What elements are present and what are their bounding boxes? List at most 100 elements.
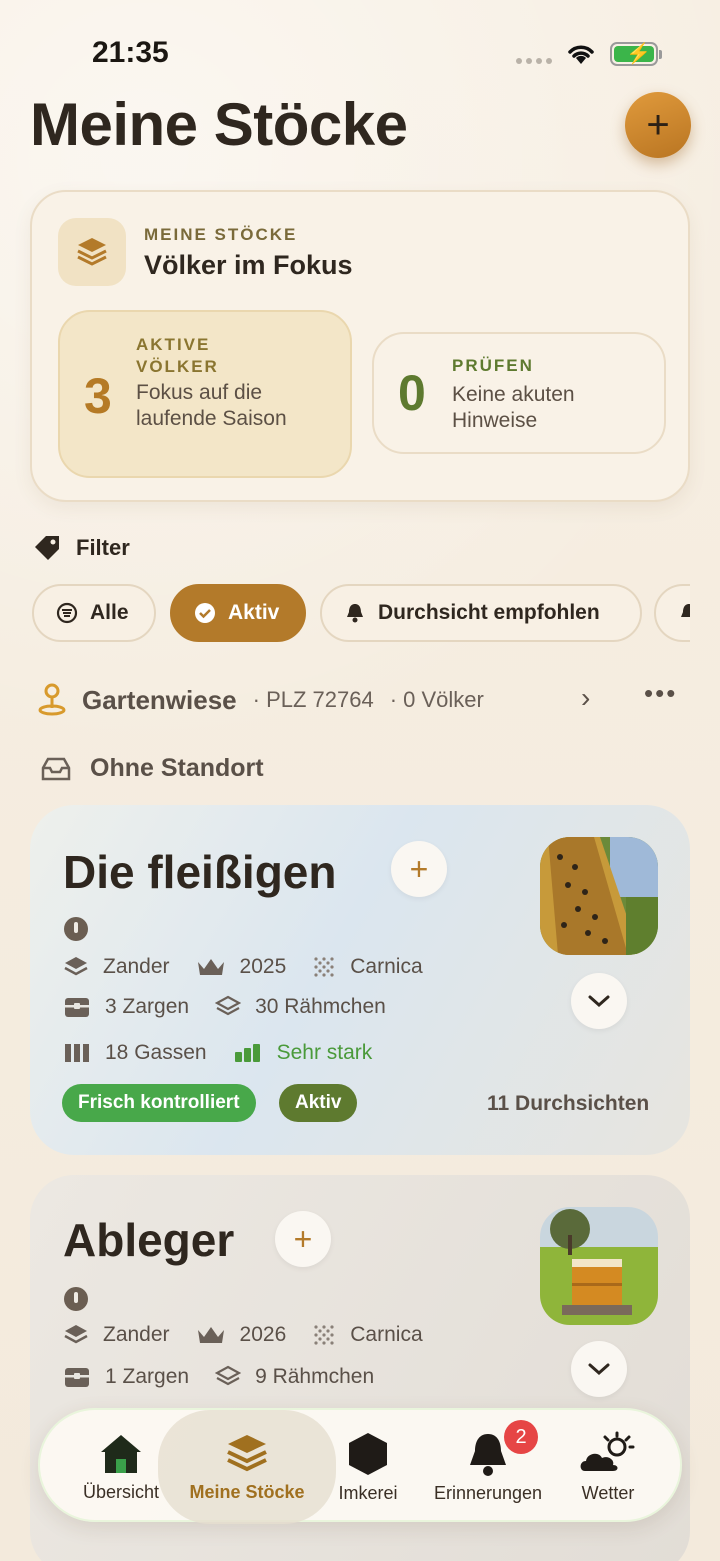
- chip-all[interactable]: Alle: [32, 584, 156, 642]
- no-location-header: Ohne Standort: [40, 754, 264, 783]
- frames: 30 Rähmchen: [255, 995, 386, 1018]
- check-circle-icon: [195, 603, 215, 623]
- bell-icon: [681, 604, 690, 617]
- tab-reminders[interactable]: Erinnerungen 2: [420, 1410, 556, 1524]
- crown-icon: [197, 1327, 224, 1343]
- strength: Sehr stark: [276, 1041, 373, 1064]
- queen-year: 2025: [239, 955, 287, 978]
- add-inspection-button[interactable]: +: [391, 841, 447, 897]
- chip-all-label: Alle: [90, 601, 129, 624]
- dna-dots-icon: [314, 1325, 334, 1345]
- filter-label: Filter: [76, 535, 130, 560]
- no-location-label: Ohne Standort: [90, 754, 264, 782]
- active-label: AKTIVE VÖLKER: [136, 335, 219, 376]
- location-marker-icon: [64, 917, 88, 941]
- boxes: 1 Zargen: [105, 1365, 190, 1388]
- breed: Carnica: [350, 1323, 423, 1346]
- stack-outline-icon: [215, 1365, 242, 1386]
- active-colonies-stat[interactable]: 3 AKTIVE VÖLKER Fokus auf die laufende S…: [58, 310, 352, 478]
- add-inspection-button[interactable]: +: [275, 1211, 331, 1267]
- hexagon-icon: [349, 1432, 387, 1475]
- summary-title: Völker im Fokus: [144, 250, 353, 280]
- tray-icon: [41, 757, 71, 780]
- stack-icon: [64, 1325, 88, 1344]
- wifi-icon: [568, 45, 594, 64]
- boxes: 3 Zargen: [105, 995, 190, 1018]
- columns-icon: [65, 1044, 89, 1062]
- check-stat[interactable]: 0 PRÜFEN Keine akuten Hinweise: [372, 332, 666, 454]
- check-count: 0: [398, 365, 426, 421]
- check-label: PRÜFEN: [452, 356, 534, 375]
- more-options-icon[interactable]: •••: [644, 678, 677, 709]
- breed: Carnica: [350, 955, 423, 978]
- box-icon: [65, 998, 89, 1017]
- tab-overview-label: Übersicht: [82, 1481, 160, 1502]
- tab-bar: Übersicht Meine Stöcke Imkerei Erinnerun…: [38, 1408, 682, 1524]
- hive-meta-row-1: Zander 2026 Carnica: [63, 1323, 449, 1347]
- list-icon: [56, 602, 78, 624]
- box-icon: [65, 1368, 89, 1387]
- check-desc: Keine akuten Hinweise: [452, 383, 575, 432]
- weather-icon: [580, 1431, 635, 1471]
- cellular-icon: [516, 58, 552, 64]
- chevron-down-icon: [588, 995, 610, 1008]
- expand-button[interactable]: [571, 1341, 627, 1397]
- frame-type: Zander: [103, 955, 170, 978]
- expand-button[interactable]: [571, 973, 627, 1029]
- chip-inspection-recommended[interactable]: Durchsicht empfohlen: [320, 584, 642, 642]
- tab-my-hives[interactable]: Meine Stöcke: [158, 1410, 336, 1524]
- tab-weather-label: Wetter: [581, 1482, 635, 1503]
- status-time: 21:35: [92, 36, 169, 69]
- chip-active-label: Aktiv: [228, 601, 280, 624]
- add-hive-button[interactable]: +: [625, 92, 691, 158]
- location-row[interactable]: Gartenwiese · PLZ 72764 · 0 Völker › •••: [36, 678, 686, 720]
- tag-icon: [35, 536, 59, 560]
- dna-dots-icon: [314, 957, 334, 977]
- crown-icon: [197, 959, 224, 975]
- location-count: · 0 Völker: [389, 687, 484, 712]
- hive-meta-row-2: 1 Zargen 9 Rähmchen: [63, 1365, 400, 1389]
- status-badge-active: Aktiv: [279, 1084, 358, 1122]
- chip-more[interactable]: [654, 584, 690, 642]
- frame-type: Zander: [103, 1323, 170, 1346]
- hive-photo[interactable]: [540, 837, 658, 955]
- location-plz: · PLZ 72764: [252, 687, 374, 712]
- chip-inspection-label: Durchsicht empfohlen: [378, 601, 600, 624]
- filter-chips: Alle Aktiv Durchsicht empfohlen: [32, 584, 690, 644]
- chevron-down-icon: [588, 1363, 610, 1376]
- stack-icon: [64, 957, 88, 976]
- status-bar: 21:35 ⚡: [0, 0, 720, 100]
- status-badge-fresh: Frisch kontrolliert: [62, 1084, 256, 1122]
- location-marker-icon: [64, 1287, 88, 1311]
- filter-heading: Filter: [32, 533, 130, 563]
- frames: 9 Rähmchen: [255, 1365, 375, 1388]
- page-title: Meine Stöcke: [30, 91, 408, 158]
- chip-active[interactable]: Aktiv: [170, 584, 306, 642]
- stack-icon: [58, 218, 126, 286]
- hive-meta-row-1: Zander 2025 Carnica: [63, 955, 449, 979]
- active-count: 3: [84, 368, 112, 424]
- tab-overview[interactable]: Übersicht: [70, 1410, 172, 1524]
- stack-icon: [227, 1434, 267, 1471]
- active-desc: Fokus auf die laufende Saison: [136, 381, 287, 430]
- tab-apiary[interactable]: Imkerei: [324, 1410, 412, 1524]
- hive-photo[interactable]: [540, 1207, 658, 1325]
- reminder-count-badge: 2: [504, 1420, 538, 1454]
- battery-icon: ⚡: [610, 42, 662, 66]
- house-icon: [101, 1434, 141, 1473]
- hive-meta-row-2: 3 Zargen 30 Rähmchen: [63, 995, 412, 1019]
- stack-outline-icon: [215, 995, 242, 1016]
- chevron-right-icon[interactable]: ›: [581, 682, 590, 714]
- tab-reminders-label: Erinnerungen: [433, 1482, 543, 1503]
- tab-weather[interactable]: Wetter: [564, 1410, 652, 1524]
- location-pin-icon: [38, 683, 66, 716]
- hive-name: Die fleißigen: [63, 846, 337, 898]
- summary-card: MEINE STÖCKE Völker im Fokus 3 AKTIVE VÖ…: [30, 190, 690, 502]
- hive-card[interactable]: Die fleißigen + Zander 2025 Carnica 3 Za…: [30, 805, 690, 1155]
- strength-bars-icon: [234, 1044, 260, 1062]
- bell-alert-icon: [347, 604, 363, 623]
- summary-eyebrow: MEINE STÖCKE: [144, 225, 298, 244]
- tab-my-hives-label: Meine Stöcke: [189, 1481, 305, 1502]
- hive-meta-row-3: 18 Gassen Sehr stark: [63, 1041, 398, 1065]
- location-name: Gartenwiese: [82, 684, 237, 715]
